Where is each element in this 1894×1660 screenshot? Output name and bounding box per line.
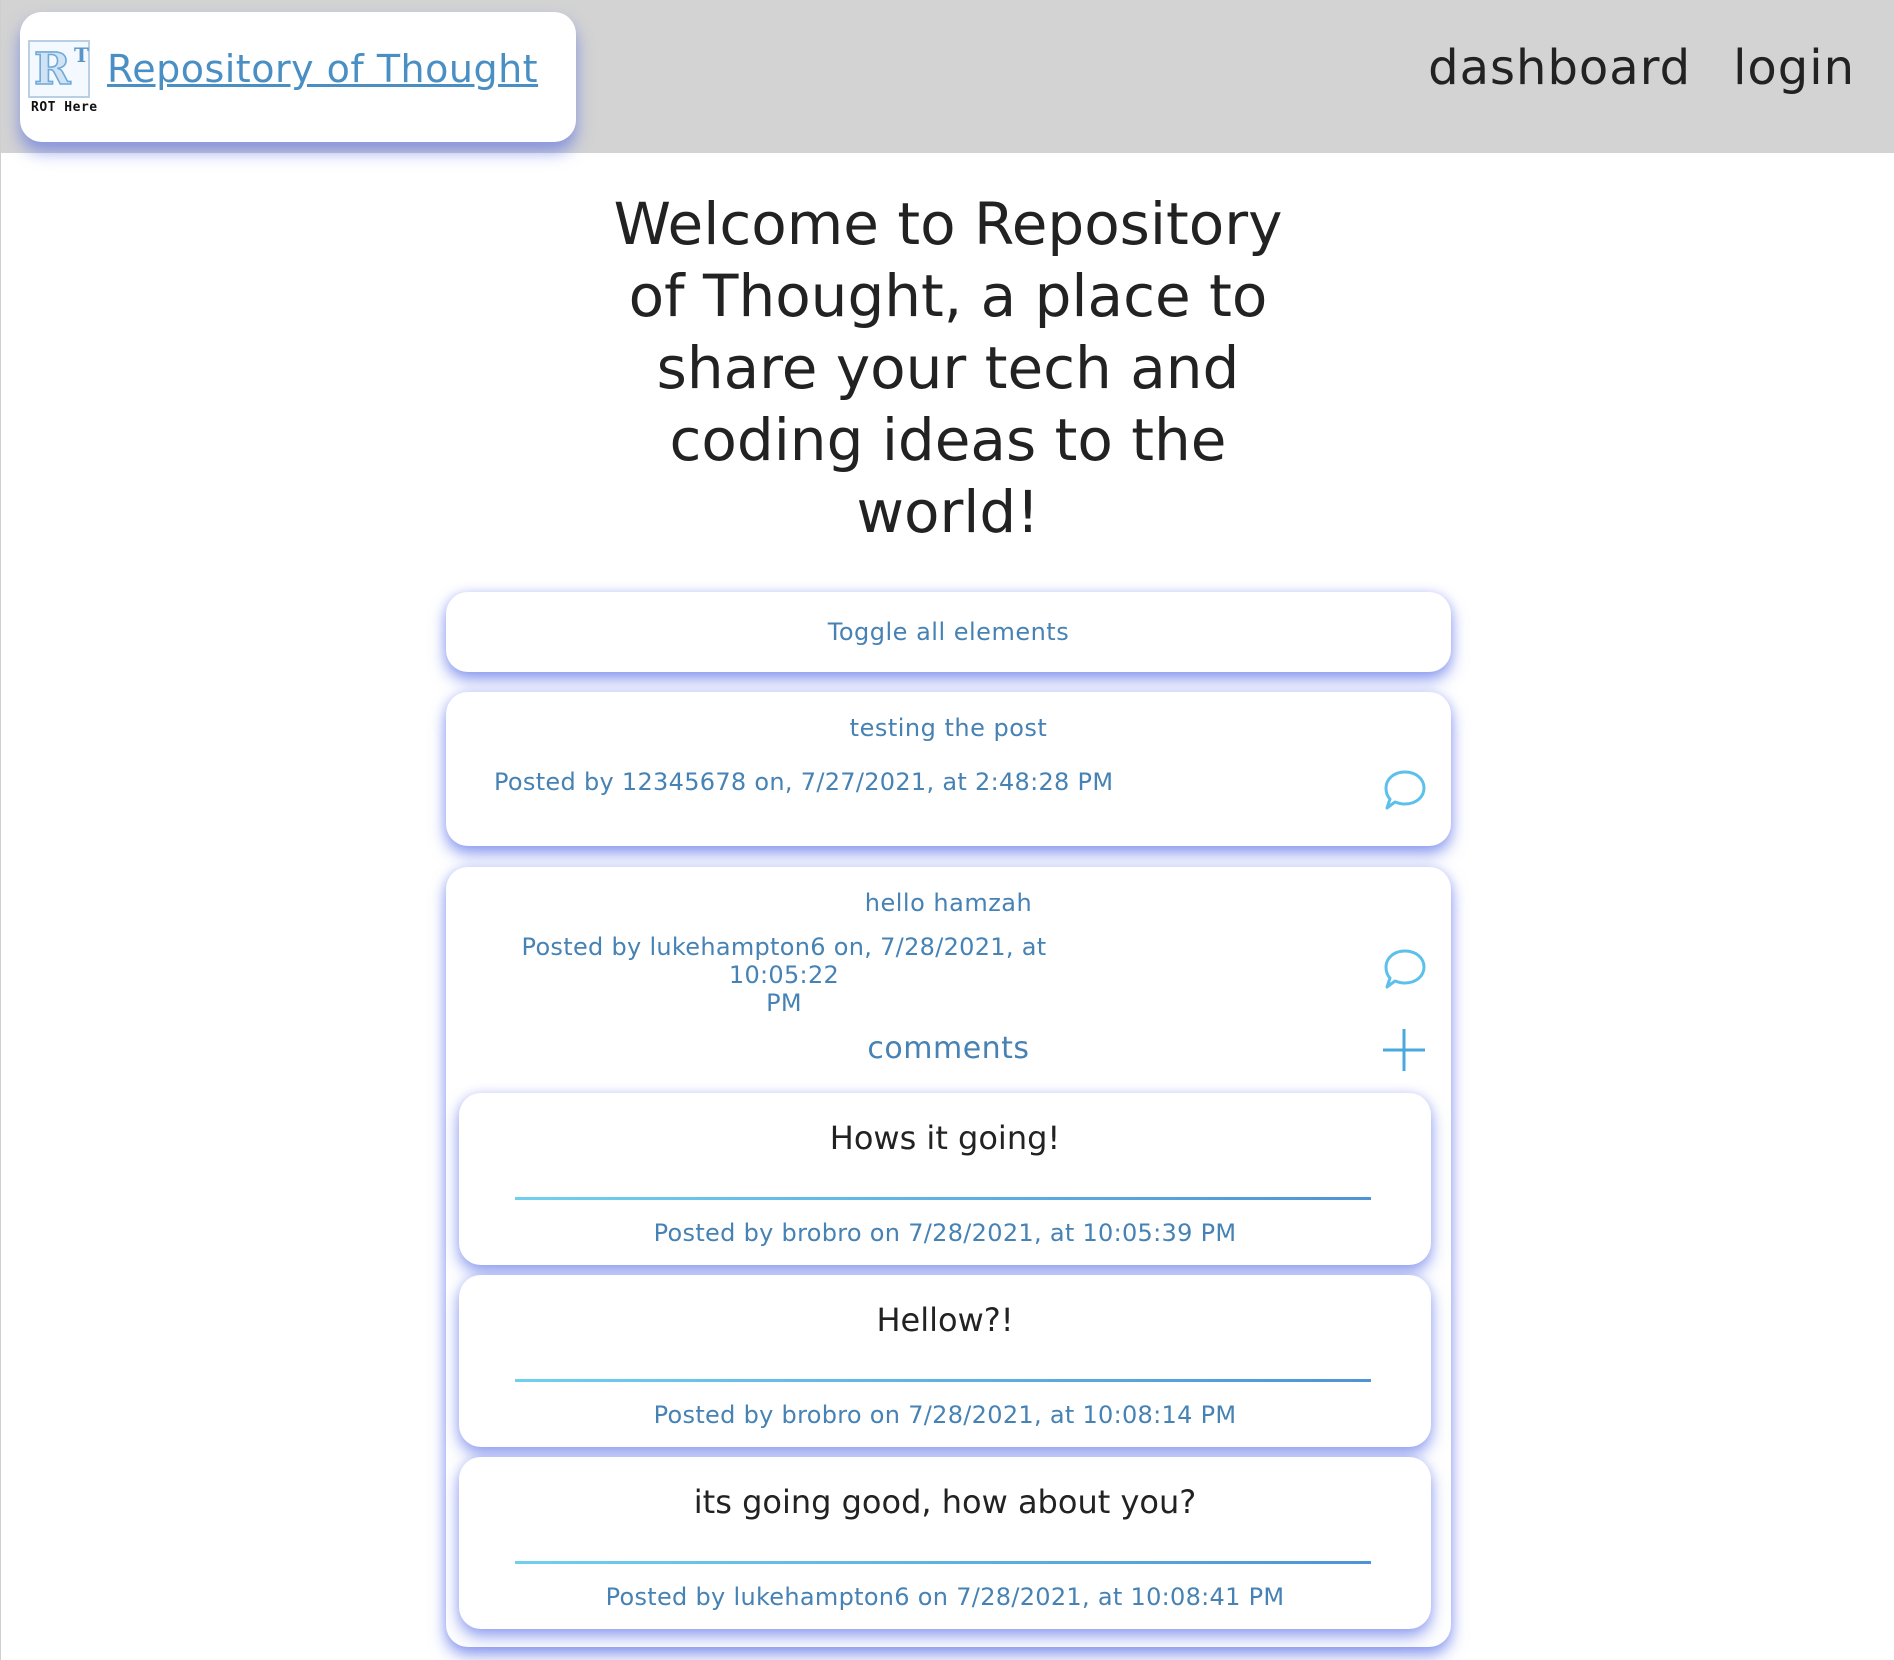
comment-text: Hellow?!: [876, 1301, 1014, 1339]
comment-meta: Posted by brobro on 7/28/2021, at 10:05:…: [653, 1219, 1237, 1247]
comment-meta: Posted by brobro on 7/28/2021, at 10:08:…: [653, 1401, 1237, 1429]
post-title: testing the post: [849, 714, 1048, 742]
comment-card: Hows it going! Posted by brobro on 7/28/…: [459, 1093, 1431, 1265]
comment-card: its going good, how about you? Posted by…: [459, 1457, 1431, 1629]
nav-login-link[interactable]: login: [1733, 40, 1855, 96]
rot-logo[interactable]: R T ROT Here: [28, 40, 97, 115]
main-nav: dashboard login: [1428, 40, 1855, 96]
comment-divider: [515, 1561, 1371, 1564]
comments-heading: comments: [867, 1031, 1030, 1066]
post-meta-line1: Posted by lukehampton6 on, 7/28/2021, at…: [521, 933, 1047, 989]
nav-dashboard-link[interactable]: dashboard: [1428, 40, 1691, 96]
comment-text: Hows it going!: [829, 1119, 1061, 1157]
logo-caption: ROT Here: [31, 100, 98, 115]
brand-home-link[interactable]: Repository of Thought: [107, 47, 538, 91]
post-meta: Posted by 12345678 on, 7/27/2021, at 2:4…: [494, 768, 1114, 796]
comment-card: Hellow?! Posted by brobro on 7/28/2021, …: [459, 1275, 1431, 1447]
post-meta-line2: PM: [766, 989, 802, 1017]
logo-letter-t: T: [74, 43, 89, 67]
chat-bubble-icon[interactable]: [1381, 766, 1429, 814]
brand-card: R T ROT Here Repository of Thought: [20, 12, 576, 142]
logo-letter-r: R: [33, 44, 71, 95]
post-title: hello hamzah: [864, 889, 1033, 917]
post-meta: Posted by lukehampton6 on, 7/28/2021, at…: [476, 933, 1092, 1017]
welcome-heading: Welcome to Repository of Thought, a plac…: [613, 190, 1283, 546]
post-card-expanded[interactable]: hello hamzah Posted by lukehampton6 on, …: [446, 867, 1451, 1647]
add-comment-plus-icon[interactable]: [1381, 1027, 1427, 1073]
toggle-all-button[interactable]: Toggle all elements: [446, 592, 1451, 672]
comment-meta: Posted by lukehampton6 on 7/28/2021, at …: [605, 1583, 1285, 1611]
post-card[interactable]: testing the post Posted by 12345678 on, …: [446, 692, 1451, 846]
chat-bubble-icon[interactable]: [1381, 945, 1429, 993]
comment-divider: [515, 1379, 1371, 1382]
comment-text: its going good, how about you?: [693, 1483, 1197, 1521]
logo-frame: R T: [28, 40, 90, 98]
comment-divider: [515, 1197, 1371, 1200]
top-navbar: R T ROT Here Repository of Thought dashb…: [1, 0, 1894, 153]
